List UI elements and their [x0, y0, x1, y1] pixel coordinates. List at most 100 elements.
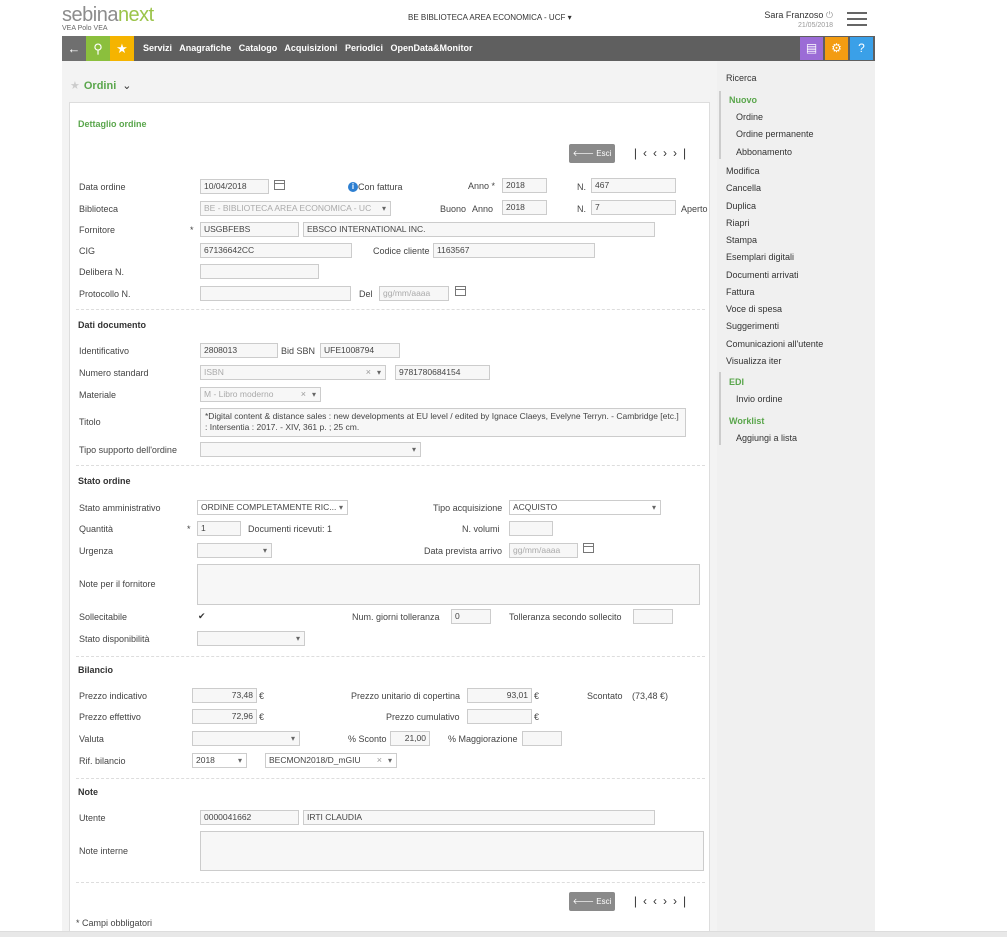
note-interne-textarea[interactable]	[200, 831, 704, 871]
sidebar-item-stampa[interactable]: Stampa	[726, 235, 757, 245]
sidebar-item-edi[interactable]: EDI	[729, 377, 744, 387]
menu-acquisizioni[interactable]: Acquisizioni	[284, 43, 337, 53]
sidebar-item-documenti-arrivati[interactable]: Documenti arrivati	[726, 270, 799, 280]
sidebar-item-ordine-permanente[interactable]: Ordine permanente	[736, 129, 814, 139]
utente-name-field[interactable]: IRTI CLAUDIA	[303, 810, 655, 825]
anno-field[interactable]: 2018	[502, 178, 547, 193]
sidebar-item-suggerimenti[interactable]: Suggerimenti	[726, 321, 779, 331]
fornitore-code-field[interactable]: USGBFEBS	[200, 222, 299, 237]
prezzo-effettivo-field[interactable]: 72,96	[192, 709, 257, 724]
prezzo-indicativo-field[interactable]: 73,48	[192, 688, 257, 703]
calendar-icon[interactable]	[274, 180, 285, 190]
sidebar-item-abbonamento[interactable]: Abbonamento	[736, 147, 792, 157]
data-ordine-field[interactable]: 10/04/2018	[200, 179, 269, 194]
first-record-icon[interactable]: |‹	[634, 894, 653, 908]
document-icon[interactable]: ▤	[800, 37, 823, 60]
sconto-field[interactable]: 21,00	[390, 731, 430, 746]
sidebar-item-duplica[interactable]: Duplica	[726, 201, 756, 211]
sidebar-item-visualizza-iter[interactable]: Visualizza iter	[726, 356, 781, 366]
menu-servizi[interactable]: Servizi	[143, 43, 172, 53]
info-icon[interactable]: i	[348, 182, 358, 192]
exit-button[interactable]: 🡐 Esci	[569, 144, 615, 163]
sidebar-item-ricerca[interactable]: Ricerca	[726, 73, 757, 83]
exit-button-bottom[interactable]: 🡐 Esci	[569, 892, 615, 911]
maggiorazione-field[interactable]	[522, 731, 562, 746]
numero-standard-type-select[interactable]: ISBN	[200, 365, 386, 380]
delibera-field[interactable]	[200, 264, 319, 279]
next-record-icon[interactable]: ›	[663, 146, 673, 160]
back-arrow-icon[interactable]: ←	[62, 36, 86, 61]
bid-sbn-field[interactable]: UFE1008794	[320, 343, 400, 358]
prezzo-cumulativo-field[interactable]	[467, 709, 532, 724]
fornitore-name-field[interactable]: EBSCO INTERNATIONAL INC.	[303, 222, 655, 237]
documenti-ricevuti-text: Documenti ricevuti: 1	[248, 524, 333, 534]
help-icon[interactable]: ?	[850, 37, 873, 60]
user-info[interactable]: Sara Franzoso ⏻ 21/05/2018	[764, 10, 833, 29]
sidebar-item-cancella[interactable]: Cancella	[726, 183, 761, 193]
sidebar-item-aggiungi-a-lista[interactable]: Aggiungi a lista	[736, 433, 797, 443]
chevron-down-icon[interactable]: ⌄	[122, 80, 131, 92]
tolleranza-sollecito-field[interactable]	[633, 609, 673, 624]
chevron-down-icon: ▾	[567, 13, 572, 22]
search-icon[interactable]: ⚲	[86, 36, 110, 61]
menu-anagrafiche[interactable]: Anagrafiche	[179, 43, 231, 53]
numero-standard-field[interactable]: 9781780684154	[395, 365, 490, 380]
protocollo-field[interactable]	[200, 286, 351, 301]
data-prevista-field[interactable]: gg/mm/aaaa	[509, 543, 578, 558]
buono-anno-field[interactable]: 2018	[502, 200, 547, 215]
rif-anno-select[interactable]: 2018	[192, 753, 247, 768]
utente-code-field[interactable]: 0000041662	[200, 810, 299, 825]
identificativo-field[interactable]: 2808013	[200, 343, 278, 358]
urgenza-select[interactable]	[197, 543, 272, 558]
sidebar-item-fattura[interactable]: Fattura	[726, 287, 755, 297]
sidebar-item-nuovo[interactable]: Nuovo	[729, 95, 757, 105]
gear-icon[interactable]: ⚙	[825, 37, 848, 60]
prev-record-icon[interactable]: ‹	[653, 146, 663, 160]
protocollo-date-field[interactable]: gg/mm/aaaa	[379, 286, 449, 301]
sidebar-item-ordine[interactable]: Ordine	[736, 112, 763, 122]
sidebar-item-voce-di-spesa[interactable]: Voce di spesa	[726, 304, 782, 314]
sidebar-item-esemplari-digitali[interactable]: Esemplari digitali	[726, 252, 794, 262]
favorites-star-icon[interactable]: ★	[110, 36, 134, 61]
valuta-select[interactable]	[192, 731, 300, 746]
tipo-supporto-select[interactable]	[200, 442, 421, 457]
note-fornitore-textarea[interactable]	[197, 564, 700, 605]
menu-periodici[interactable]: Periodici	[345, 43, 383, 53]
biblioteca-select[interactable]: BE - BIBLIOTECA AREA ECONOMICA - UC	[200, 201, 391, 216]
calendar-icon[interactable]	[455, 286, 466, 296]
giorni-tolleranza-field[interactable]: 0	[451, 609, 491, 624]
menu-catalogo[interactable]: Catalogo	[239, 43, 278, 53]
library-selector[interactable]: BE BIBLIOTECA AREA ECONOMICA - UCF ▾	[408, 13, 572, 22]
power-icon[interactable]: ⏻	[826, 10, 833, 20]
sidebar-item-invio-ordine[interactable]: Invio ordine	[736, 394, 783, 404]
stato-amministrativo-select[interactable]: ORDINE COMPLETAMENTE RIC...	[197, 500, 348, 515]
cig-field[interactable]: 67136642CC	[200, 243, 352, 258]
n-volumi-field[interactable]	[509, 521, 553, 536]
rif-capitolo-select[interactable]: BECMON2018/D_mGIU	[265, 753, 397, 768]
first-record-icon[interactable]: |‹	[634, 146, 653, 160]
sollecitabile-checkbox[interactable]: ✔	[198, 611, 206, 622]
prev-record-icon[interactable]: ‹	[653, 894, 663, 908]
section-stato-ordine: Stato ordine	[78, 476, 131, 486]
del-label: Del	[359, 289, 373, 299]
sidebar-item-worklist[interactable]: Worklist	[729, 416, 764, 426]
prezzo-copertina-field[interactable]: 93,01	[467, 688, 532, 703]
next-record-icon[interactable]: ›	[663, 894, 673, 908]
codice-cliente-field[interactable]: 1163567	[433, 243, 595, 258]
favorite-star-icon[interactable]: ★	[70, 80, 80, 92]
calendar-icon[interactable]	[583, 543, 594, 553]
numero-ordine-field[interactable]: 467	[591, 178, 676, 193]
titolo-textarea[interactable]: *Digital content & distance sales : new …	[200, 408, 686, 437]
hamburger-menu-icon[interactable]	[847, 12, 867, 26]
last-record-icon[interactable]: ›|	[673, 146, 692, 160]
tipo-acquisizione-select[interactable]: ACQUISTO	[509, 500, 661, 515]
last-record-icon[interactable]: ›|	[673, 894, 692, 908]
sidebar-item-riapri[interactable]: Riapri	[726, 218, 750, 228]
quantita-field[interactable]: 1	[197, 521, 241, 536]
sidebar-item-modifica[interactable]: Modifica	[726, 166, 760, 176]
sidebar-item-comunicazioni[interactable]: Comunicazioni all'utente	[726, 339, 823, 349]
buono-n-field[interactable]: 7	[591, 200, 676, 215]
stato-disponibilita-select[interactable]	[197, 631, 305, 646]
menu-opendata-monitor[interactable]: OpenData&Monitor	[390, 43, 472, 53]
materiale-select[interactable]: M - Libro moderno	[200, 387, 321, 402]
